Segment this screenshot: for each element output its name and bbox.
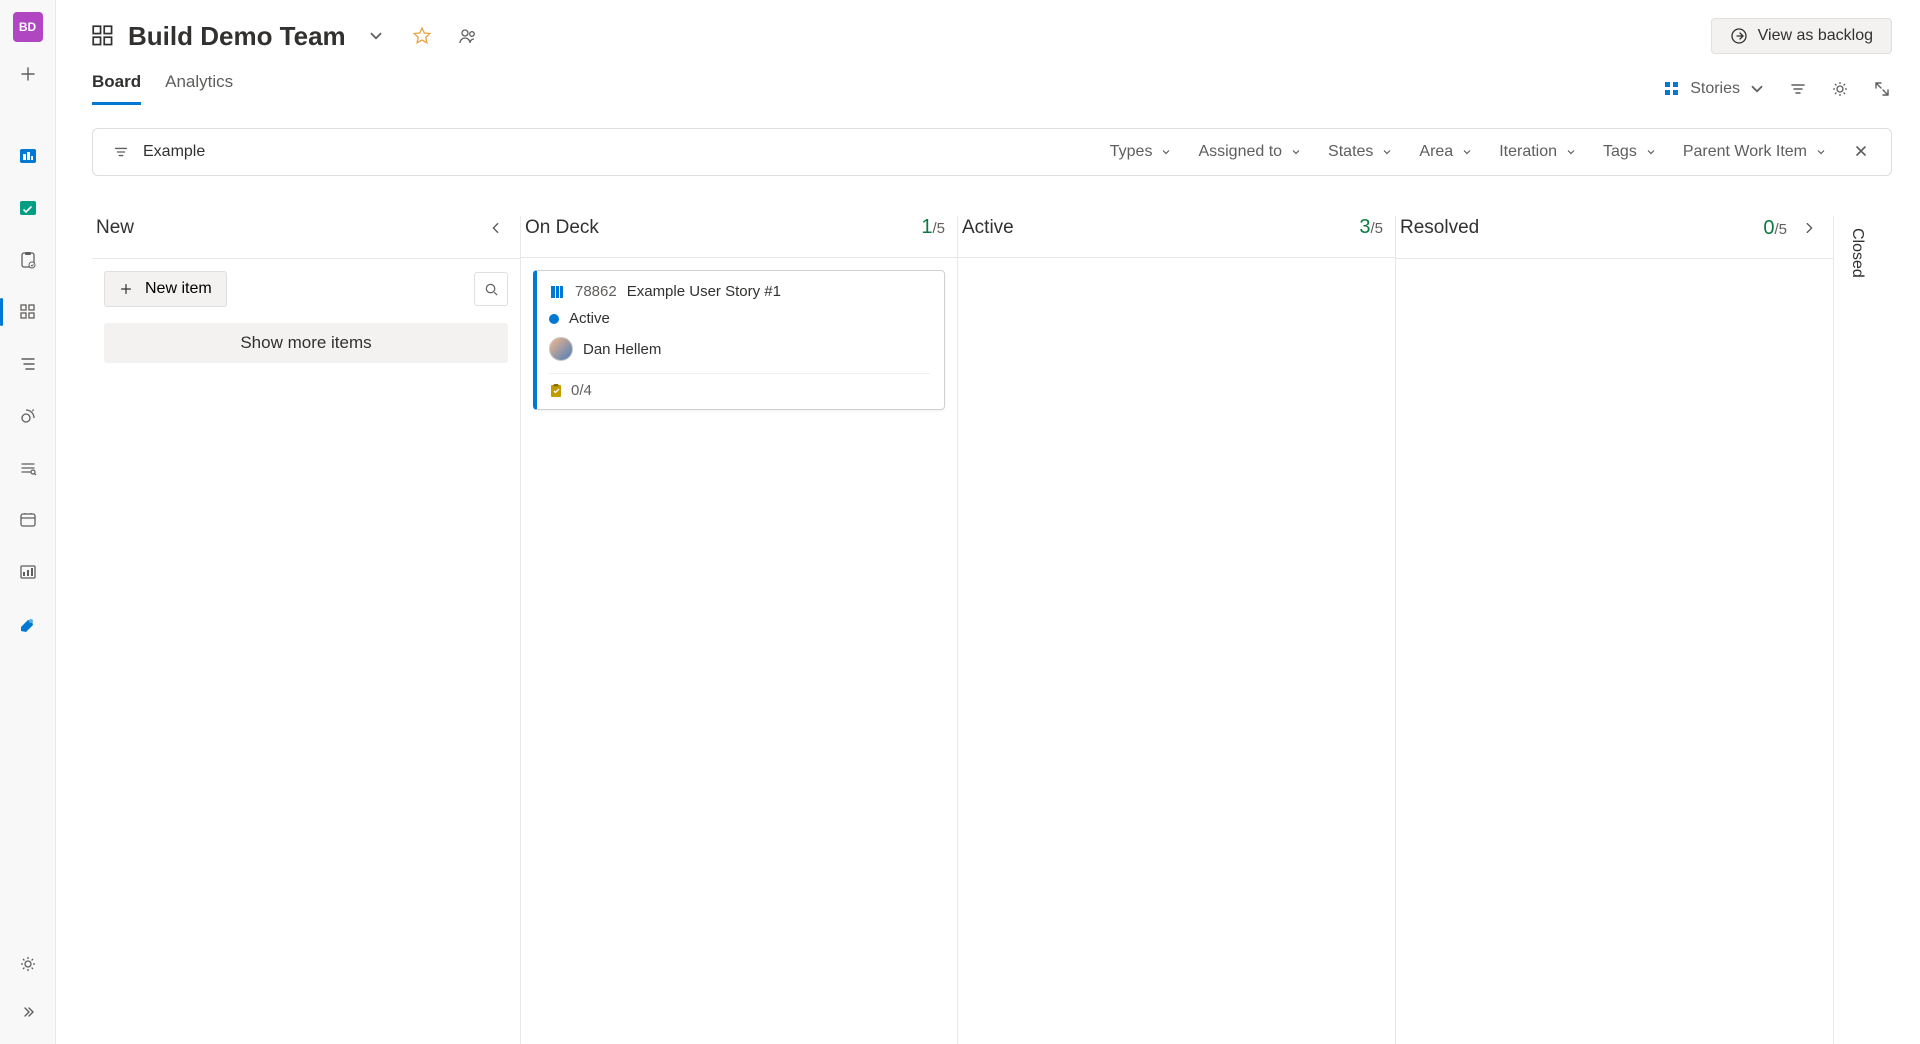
close-filter-icon[interactable] bbox=[1853, 143, 1871, 161]
column-new-title: New bbox=[96, 217, 134, 239]
boards-hub-icon[interactable] bbox=[8, 188, 48, 228]
filter-keyword[interactable]: Example bbox=[143, 143, 205, 161]
settings-gear-icon[interactable] bbox=[1830, 79, 1850, 99]
kanban-board: New New item Show more items bbox=[92, 216, 1892, 1044]
boards-icon[interactable] bbox=[8, 292, 48, 332]
work-item-id: 78862 bbox=[575, 283, 617, 300]
chevron-down-icon bbox=[1290, 146, 1302, 158]
left-nav-rail: BD bbox=[0, 0, 56, 1044]
tab-bar: Board Analytics Stories bbox=[92, 72, 1892, 106]
page-header: Build Demo Team View as backlog bbox=[92, 18, 1892, 54]
expand-nav-icon[interactable] bbox=[8, 992, 48, 1032]
queries-icon[interactable] bbox=[8, 448, 48, 488]
page-title: Build Demo Team bbox=[128, 21, 346, 52]
column-active-wip: 3/5 bbox=[1359, 216, 1383, 239]
new-item-label: New item bbox=[145, 280, 212, 298]
collapse-column-icon[interactable] bbox=[484, 216, 508, 240]
filter-types[interactable]: Types bbox=[1110, 143, 1173, 161]
work-items-icon[interactable] bbox=[8, 240, 48, 280]
main-content: Build Demo Team View as backlog Board An… bbox=[56, 0, 1920, 1044]
filter-area[interactable]: Area bbox=[1419, 143, 1473, 161]
delivery-plans-icon[interactable] bbox=[8, 500, 48, 540]
filter-assigned-to[interactable]: Assigned to bbox=[1198, 143, 1302, 161]
work-item-title: Example User Story #1 bbox=[627, 283, 781, 300]
assignee-avatar bbox=[549, 337, 573, 361]
status-dot-icon bbox=[549, 314, 559, 324]
filter-bar: Example Types Assigned to States Area It… bbox=[92, 128, 1892, 176]
filter-toggle-icon[interactable] bbox=[1788, 79, 1808, 99]
work-item-card[interactable]: 78862 Example User Story #1 Active Dan H… bbox=[533, 270, 945, 410]
chevron-down-icon bbox=[1160, 146, 1172, 158]
filter-tags[interactable]: Tags bbox=[1603, 143, 1657, 161]
chevron-down-icon bbox=[1815, 146, 1827, 158]
backlog-level-selector[interactable]: Stories bbox=[1662, 79, 1766, 99]
task-checklist-icon bbox=[549, 384, 563, 398]
analytics-views-icon[interactable] bbox=[8, 552, 48, 592]
column-active-title: Active bbox=[962, 217, 1014, 239]
task-progress: 0/4 bbox=[571, 382, 592, 399]
add-icon[interactable] bbox=[8, 54, 48, 94]
work-item-assignee: Dan Hellem bbox=[583, 341, 661, 358]
show-more-items-button[interactable]: Show more items bbox=[104, 323, 508, 363]
team-selector-chevron[interactable] bbox=[360, 20, 392, 52]
fullscreen-icon[interactable] bbox=[1872, 79, 1892, 99]
search-icon bbox=[484, 282, 499, 297]
column-new: New New item Show more items bbox=[92, 216, 520, 1044]
column-closed-title: Closed bbox=[1834, 216, 1874, 290]
filter-parent-work-item[interactable]: Parent Work Item bbox=[1683, 143, 1827, 161]
chevron-down-icon bbox=[1565, 146, 1577, 158]
tab-board[interactable]: Board bbox=[92, 72, 141, 105]
column-on-deck: On Deck 1/5 78862 Example User Story #1 bbox=[520, 216, 958, 1044]
view-as-backlog-button[interactable]: View as backlog bbox=[1711, 18, 1892, 54]
user-story-icon bbox=[549, 284, 565, 300]
filter-states[interactable]: States bbox=[1328, 143, 1393, 161]
pipelines-icon[interactable] bbox=[8, 604, 48, 644]
project-settings-icon[interactable] bbox=[8, 944, 48, 984]
stories-icon bbox=[1662, 79, 1682, 99]
plus-icon bbox=[119, 282, 133, 296]
overview-icon[interactable] bbox=[8, 136, 48, 176]
sprints-icon[interactable] bbox=[8, 396, 48, 436]
filter-iteration[interactable]: Iteration bbox=[1499, 143, 1577, 161]
scroll-right-icon[interactable] bbox=[1797, 216, 1821, 240]
column-on-deck-title: On Deck bbox=[525, 217, 599, 239]
view-as-backlog-label: View as backlog bbox=[1758, 27, 1873, 45]
column-closed-collapsed[interactable]: Closed bbox=[1834, 216, 1874, 1044]
column-resolved-title: Resolved bbox=[1400, 217, 1479, 239]
column-on-deck-wip: 1/5 bbox=[921, 216, 945, 239]
column-resolved-wip: 0/5 bbox=[1763, 217, 1787, 240]
board-title-icon bbox=[92, 25, 114, 47]
filter-funnel-icon bbox=[113, 144, 129, 160]
column-resolved: Resolved 0/5 bbox=[1396, 216, 1834, 1044]
new-item-button[interactable]: New item bbox=[104, 271, 227, 307]
chevron-down-icon bbox=[1461, 146, 1473, 158]
work-item-status: Active bbox=[569, 310, 610, 327]
favorite-star-icon[interactable] bbox=[406, 20, 438, 52]
backlogs-icon[interactable] bbox=[8, 344, 48, 384]
search-column-button[interactable] bbox=[474, 272, 508, 306]
tab-analytics[interactable]: Analytics bbox=[165, 72, 233, 105]
project-avatar[interactable]: BD bbox=[13, 12, 43, 42]
chevron-down-icon bbox=[1748, 80, 1766, 98]
team-members-icon[interactable] bbox=[452, 20, 484, 52]
chevron-down-icon bbox=[1381, 146, 1393, 158]
backlog-level-label: Stories bbox=[1690, 80, 1740, 98]
chevron-down-icon bbox=[1645, 146, 1657, 158]
column-active: Active 3/5 bbox=[958, 216, 1396, 1044]
